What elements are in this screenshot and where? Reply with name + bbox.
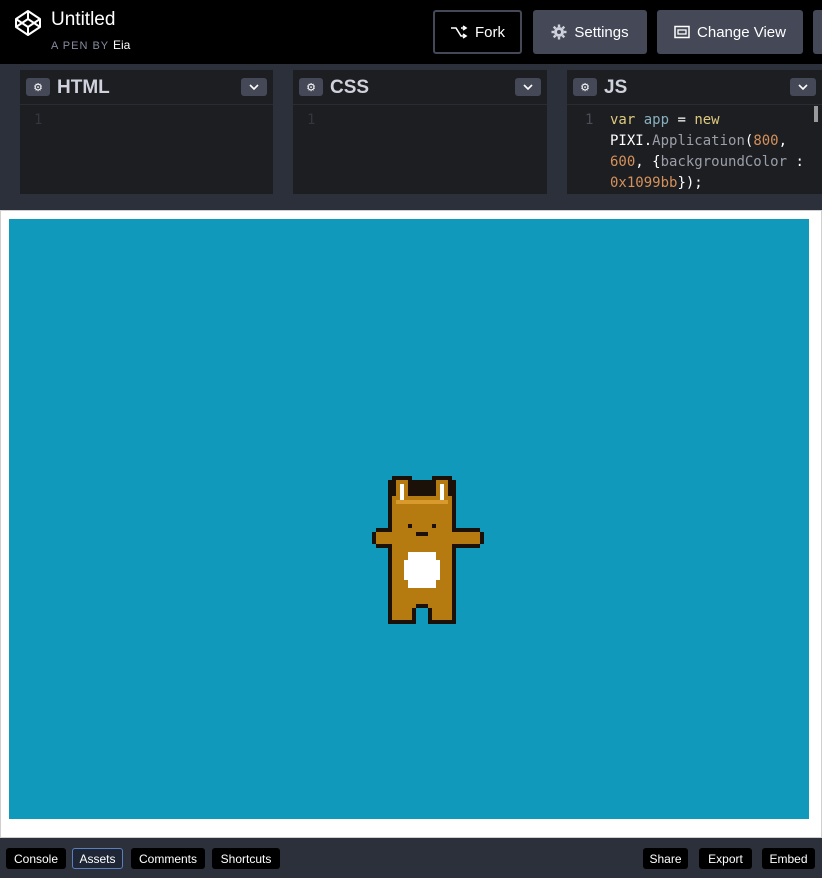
js-line-number: 1 (585, 112, 594, 128)
js-code[interactable]: var app = new PIXI.Application(800, 600, {… (610, 110, 810, 194)
code-token: Application (652, 133, 745, 149)
code-token: , { (635, 154, 661, 170)
byline-prefix: A PEN BY (51, 40, 109, 52)
settings-button[interactable]: Settings (533, 10, 647, 54)
assets-button[interactable]: Assets (72, 848, 123, 869)
js-collapse-chevron-down-icon[interactable] (790, 78, 816, 96)
change-view-label: Change View (697, 23, 786, 41)
fork-button[interactable]: Fork (433, 10, 522, 54)
console-button[interactable]: Console (6, 848, 66, 869)
code-token: backgroundColor (660, 154, 788, 170)
html-editor-title: HTML (57, 77, 110, 98)
code-token: var (610, 112, 636, 128)
html-editor-header: ⚙ HTML (20, 70, 273, 105)
code-token: = (669, 112, 695, 128)
html-line-number: 1 (34, 112, 43, 128)
code-token: 600 (610, 154, 636, 170)
bunny-sprite (372, 476, 484, 628)
user-menu-button[interactable] (813, 10, 822, 54)
editor-panels: ⚙ HTML 1 ⚙ CSS 1 ⚙ JS 1 var app = new PIX… (0, 70, 822, 194)
code-token: , (778, 133, 788, 149)
comments-button[interactable]: Comments (131, 848, 205, 869)
pen-byline: A PEN BY Eia (51, 38, 130, 52)
code-token: : (787, 154, 804, 170)
html-collapse-chevron-down-icon[interactable] (241, 78, 267, 96)
css-collapse-chevron-down-icon[interactable] (515, 78, 541, 96)
share-button[interactable]: Share (643, 848, 688, 869)
js-settings-gear-icon[interactable]: ⚙ (573, 78, 597, 96)
change-view-button[interactable]: Change View (657, 10, 803, 54)
settings-label: Settings (574, 23, 629, 41)
embed-button[interactable]: Embed (762, 848, 815, 869)
css-line-number: 1 (307, 112, 316, 128)
css-editor-header: ⚙ CSS (293, 70, 547, 105)
pixi-canvas[interactable] (9, 219, 809, 819)
js-editor-title: JS (604, 77, 628, 98)
fork-label: Fork (475, 23, 505, 41)
js-editor[interactable]: ⚙ JS 1 var app = new PIXI.Application(800… (567, 70, 822, 194)
header-bar: Untitled A PEN BY Eia Fork Settings Chan… (0, 0, 822, 64)
shortcuts-button[interactable]: Shortcuts (212, 848, 280, 869)
code-token: }); (677, 175, 703, 191)
js-editor-scrollbar[interactable] (814, 106, 818, 122)
code-line: PIXI.Application(800, (610, 131, 810, 152)
pen-title[interactable]: Untitled (51, 9, 115, 31)
codepen-logo-icon[interactable] (14, 9, 42, 37)
css-settings-gear-icon[interactable]: ⚙ (299, 78, 323, 96)
fork-icon (451, 25, 468, 39)
footer-bar: Console Assets Comments Shortcuts Share … (0, 838, 822, 878)
code-token: app (643, 112, 670, 128)
js-editor-header: ⚙ JS (567, 70, 822, 105)
html-editor[interactable]: ⚙ HTML 1 (20, 70, 273, 194)
css-editor[interactable]: ⚙ CSS 1 (293, 70, 547, 194)
layout-icon (674, 25, 690, 39)
code-token: PIXI (610, 133, 644, 149)
code-token: new (694, 112, 720, 128)
code-line: 0x1099bb}); (610, 173, 810, 194)
css-editor-title: CSS (330, 77, 370, 98)
code-token: 800 (753, 133, 779, 149)
code-token: 0x1099bb (610, 175, 678, 191)
code-token: . (643, 133, 653, 149)
gear-icon (551, 24, 567, 40)
code-line: var app = new (610, 110, 810, 131)
html-settings-gear-icon[interactable]: ⚙ (26, 78, 50, 96)
author-link[interactable]: Eia (113, 38, 130, 52)
code-line: 600, {backgroundColor : (610, 152, 810, 173)
editor-resize-bar[interactable] (0, 194, 822, 210)
export-button[interactable]: Export (699, 848, 752, 869)
